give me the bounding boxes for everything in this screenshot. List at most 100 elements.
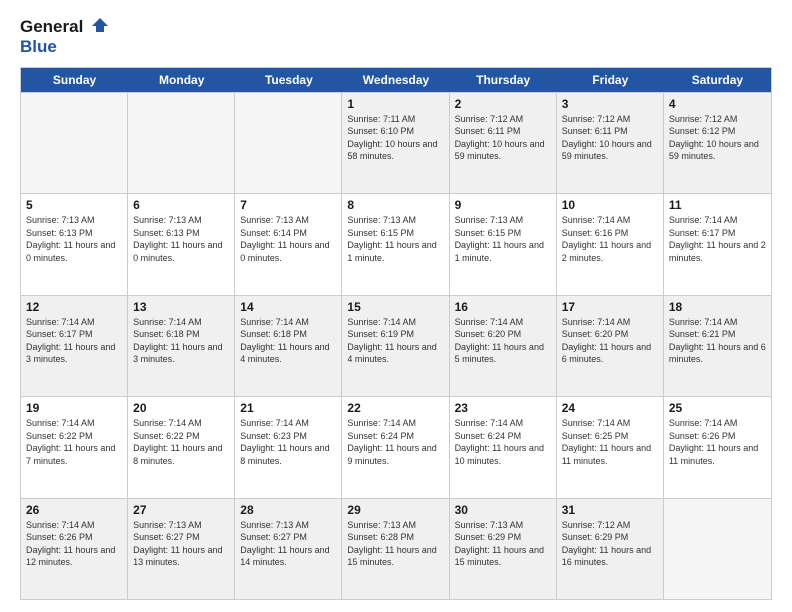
day-number: 22: [347, 401, 443, 415]
cell-info: Sunrise: 7:12 AMSunset: 6:11 PMDaylight:…: [562, 114, 652, 162]
day-number: 20: [133, 401, 229, 415]
cell-info: Sunrise: 7:13 AMSunset: 6:15 PMDaylight:…: [347, 215, 436, 263]
weekday-header: Monday: [128, 68, 235, 92]
day-number: 28: [240, 503, 336, 517]
calendar-cell: 31 Sunrise: 7:12 AMSunset: 6:29 PMDaylig…: [557, 499, 664, 599]
weekday-header: Friday: [557, 68, 664, 92]
calendar-body: 1 Sunrise: 7:11 AMSunset: 6:10 PMDayligh…: [21, 92, 771, 599]
calendar-cell: 3 Sunrise: 7:12 AMSunset: 6:11 PMDayligh…: [557, 93, 664, 193]
day-number: 21: [240, 401, 336, 415]
day-number: 8: [347, 198, 443, 212]
weekday-header: Tuesday: [235, 68, 342, 92]
day-number: 7: [240, 198, 336, 212]
cell-info: Sunrise: 7:14 AMSunset: 6:25 PMDaylight:…: [562, 418, 651, 466]
calendar-cell: 17 Sunrise: 7:14 AMSunset: 6:20 PMDaylig…: [557, 296, 664, 396]
calendar-cell: 6 Sunrise: 7:13 AMSunset: 6:13 PMDayligh…: [128, 194, 235, 294]
day-number: 24: [562, 401, 658, 415]
calendar-row: 12 Sunrise: 7:14 AMSunset: 6:17 PMDaylig…: [21, 295, 771, 396]
day-number: 6: [133, 198, 229, 212]
cell-info: Sunrise: 7:11 AMSunset: 6:10 PMDaylight:…: [347, 114, 437, 162]
day-number: 23: [455, 401, 551, 415]
calendar-cell: 16 Sunrise: 7:14 AMSunset: 6:20 PMDaylig…: [450, 296, 557, 396]
weekday-header: Wednesday: [342, 68, 449, 92]
cell-info: Sunrise: 7:13 AMSunset: 6:13 PMDaylight:…: [133, 215, 222, 263]
day-number: 10: [562, 198, 658, 212]
day-number: 29: [347, 503, 443, 517]
calendar-cell: [235, 93, 342, 193]
cell-info: Sunrise: 7:14 AMSunset: 6:16 PMDaylight:…: [562, 215, 651, 263]
calendar-cell: 12 Sunrise: 7:14 AMSunset: 6:17 PMDaylig…: [21, 296, 128, 396]
calendar-cell: 9 Sunrise: 7:13 AMSunset: 6:15 PMDayligh…: [450, 194, 557, 294]
calendar-cell: 14 Sunrise: 7:14 AMSunset: 6:18 PMDaylig…: [235, 296, 342, 396]
day-number: 4: [669, 97, 766, 111]
calendar-cell: 21 Sunrise: 7:14 AMSunset: 6:23 PMDaylig…: [235, 397, 342, 497]
calendar-cell: 27 Sunrise: 7:13 AMSunset: 6:27 PMDaylig…: [128, 499, 235, 599]
calendar-cell: 25 Sunrise: 7:14 AMSunset: 6:26 PMDaylig…: [664, 397, 771, 497]
cell-info: Sunrise: 7:13 AMSunset: 6:14 PMDaylight:…: [240, 215, 329, 263]
cell-info: Sunrise: 7:13 AMSunset: 6:15 PMDaylight:…: [455, 215, 544, 263]
cell-info: Sunrise: 7:14 AMSunset: 6:18 PMDaylight:…: [133, 317, 222, 365]
cell-info: Sunrise: 7:14 AMSunset: 6:19 PMDaylight:…: [347, 317, 436, 365]
day-number: 17: [562, 300, 658, 314]
cell-info: Sunrise: 7:14 AMSunset: 6:21 PMDaylight:…: [669, 317, 766, 365]
calendar-cell: [128, 93, 235, 193]
page: General Blue SundayMondayTuesdayWednesda…: [0, 0, 792, 612]
calendar-header: SundayMondayTuesdayWednesdayThursdayFrid…: [21, 68, 771, 92]
calendar-cell: 19 Sunrise: 7:14 AMSunset: 6:22 PMDaylig…: [21, 397, 128, 497]
day-number: 25: [669, 401, 766, 415]
calendar-cell: 15 Sunrise: 7:14 AMSunset: 6:19 PMDaylig…: [342, 296, 449, 396]
cell-info: Sunrise: 7:13 AMSunset: 6:13 PMDaylight:…: [26, 215, 115, 263]
cell-info: Sunrise: 7:13 AMSunset: 6:28 PMDaylight:…: [347, 520, 436, 568]
day-number: 26: [26, 503, 122, 517]
day-number: 18: [669, 300, 766, 314]
calendar-row: 19 Sunrise: 7:14 AMSunset: 6:22 PMDaylig…: [21, 396, 771, 497]
day-number: 30: [455, 503, 551, 517]
cell-info: Sunrise: 7:12 AMSunset: 6:29 PMDaylight:…: [562, 520, 651, 568]
calendar-row: 26 Sunrise: 7:14 AMSunset: 6:26 PMDaylig…: [21, 498, 771, 599]
day-number: 1: [347, 97, 443, 111]
day-number: 2: [455, 97, 551, 111]
day-number: 16: [455, 300, 551, 314]
header: General Blue: [20, 16, 772, 57]
cell-info: Sunrise: 7:14 AMSunset: 6:20 PMDaylight:…: [455, 317, 544, 365]
cell-info: Sunrise: 7:14 AMSunset: 6:17 PMDaylight:…: [669, 215, 766, 263]
calendar-cell: [664, 499, 771, 599]
day-number: 9: [455, 198, 551, 212]
weekday-header: Saturday: [664, 68, 771, 92]
calendar-cell: 10 Sunrise: 7:14 AMSunset: 6:16 PMDaylig…: [557, 194, 664, 294]
logo: General Blue: [20, 16, 108, 57]
cell-info: Sunrise: 7:14 AMSunset: 6:26 PMDaylight:…: [669, 418, 758, 466]
cell-info: Sunrise: 7:13 AMSunset: 6:27 PMDaylight:…: [133, 520, 222, 568]
day-number: 12: [26, 300, 122, 314]
calendar-cell: 5 Sunrise: 7:13 AMSunset: 6:13 PMDayligh…: [21, 194, 128, 294]
calendar-cell: 20 Sunrise: 7:14 AMSunset: 6:22 PMDaylig…: [128, 397, 235, 497]
day-number: 3: [562, 97, 658, 111]
calendar-cell: 2 Sunrise: 7:12 AMSunset: 6:11 PMDayligh…: [450, 93, 557, 193]
calendar-cell: 7 Sunrise: 7:13 AMSunset: 6:14 PMDayligh…: [235, 194, 342, 294]
cell-info: Sunrise: 7:14 AMSunset: 6:26 PMDaylight:…: [26, 520, 115, 568]
cell-info: Sunrise: 7:13 AMSunset: 6:29 PMDaylight:…: [455, 520, 544, 568]
day-number: 14: [240, 300, 336, 314]
calendar-cell: 28 Sunrise: 7:13 AMSunset: 6:27 PMDaylig…: [235, 499, 342, 599]
calendar-cell: 24 Sunrise: 7:14 AMSunset: 6:25 PMDaylig…: [557, 397, 664, 497]
cell-info: Sunrise: 7:14 AMSunset: 6:18 PMDaylight:…: [240, 317, 329, 365]
calendar-row: 5 Sunrise: 7:13 AMSunset: 6:13 PMDayligh…: [21, 193, 771, 294]
calendar-cell: 18 Sunrise: 7:14 AMSunset: 6:21 PMDaylig…: [664, 296, 771, 396]
calendar-cell: 23 Sunrise: 7:14 AMSunset: 6:24 PMDaylig…: [450, 397, 557, 497]
calendar-cell: 8 Sunrise: 7:13 AMSunset: 6:15 PMDayligh…: [342, 194, 449, 294]
calendar-cell: [21, 93, 128, 193]
weekday-header: Sunday: [21, 68, 128, 92]
calendar-cell: 30 Sunrise: 7:13 AMSunset: 6:29 PMDaylig…: [450, 499, 557, 599]
cell-info: Sunrise: 7:14 AMSunset: 6:22 PMDaylight:…: [133, 418, 222, 466]
cell-info: Sunrise: 7:14 AMSunset: 6:24 PMDaylight:…: [455, 418, 544, 466]
calendar-row: 1 Sunrise: 7:11 AMSunset: 6:10 PMDayligh…: [21, 92, 771, 193]
logo-general: General: [20, 18, 83, 37]
cell-info: Sunrise: 7:14 AMSunset: 6:23 PMDaylight:…: [240, 418, 329, 466]
cell-info: Sunrise: 7:14 AMSunset: 6:17 PMDaylight:…: [26, 317, 115, 365]
cell-info: Sunrise: 7:14 AMSunset: 6:22 PMDaylight:…: [26, 418, 115, 466]
logo-bird-icon: [86, 16, 108, 38]
day-number: 31: [562, 503, 658, 517]
cell-info: Sunrise: 7:14 AMSunset: 6:20 PMDaylight:…: [562, 317, 651, 365]
day-number: 5: [26, 198, 122, 212]
day-number: 11: [669, 198, 766, 212]
